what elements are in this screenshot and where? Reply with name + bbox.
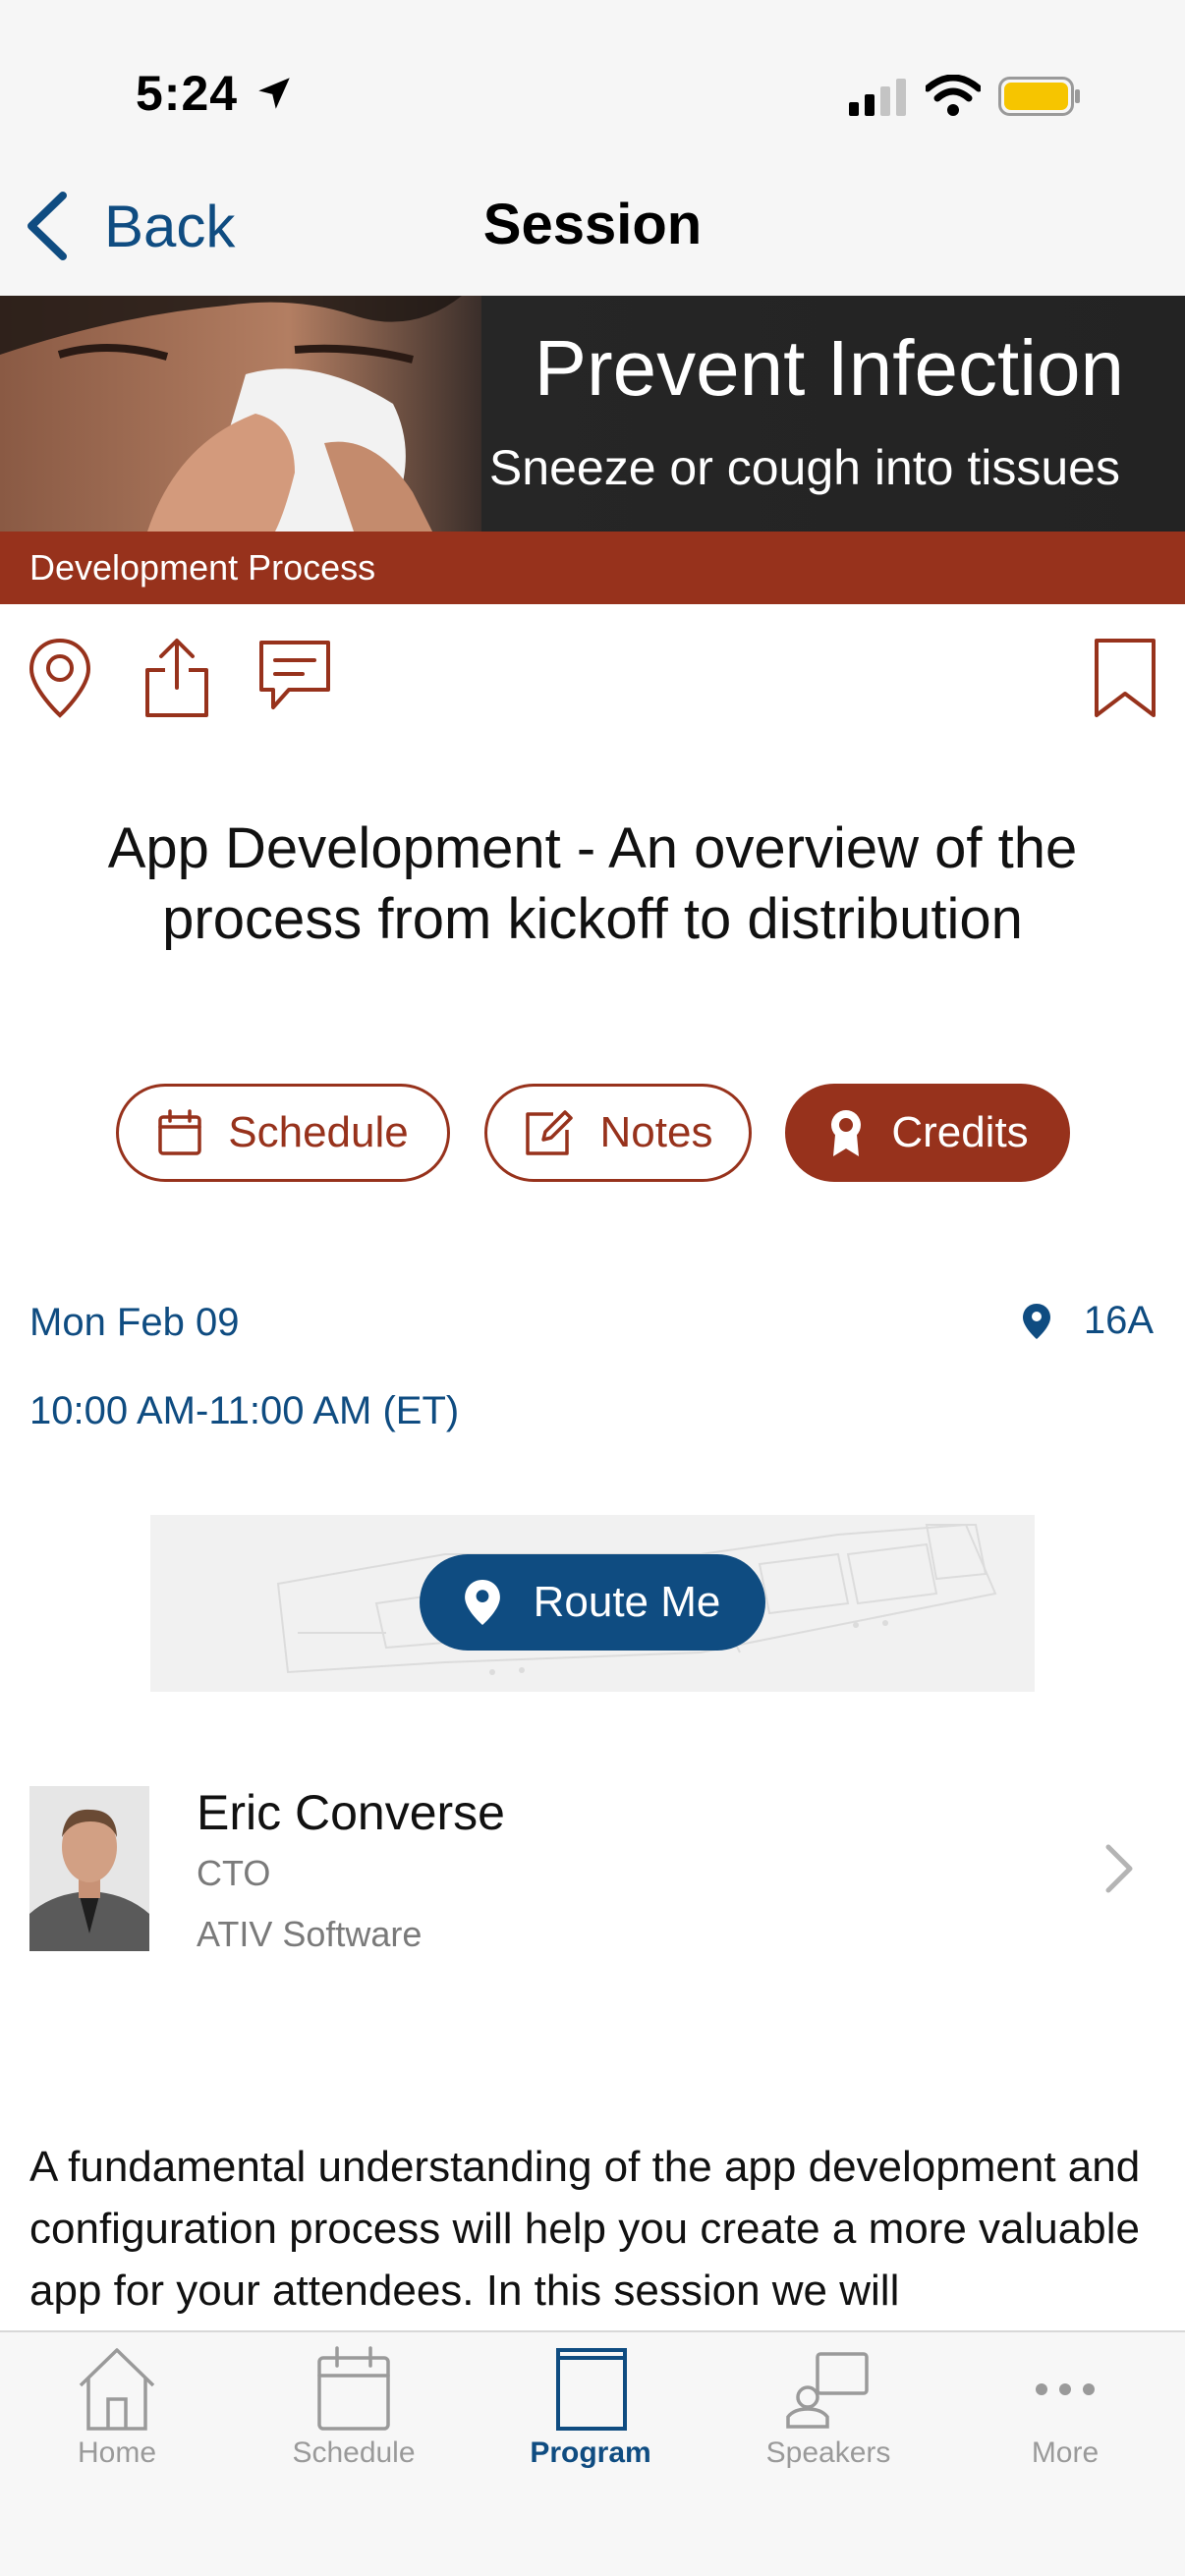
speaker-title: CTO — [197, 1853, 271, 1893]
battery-icon — [998, 77, 1080, 116]
calendar-icon — [317, 2346, 390, 2431]
speaker-photo — [29, 1786, 149, 1951]
credits-label: Credits — [891, 1108, 1029, 1156]
room-label: 16A — [1083, 1299, 1154, 1342]
home-icon — [79, 2348, 155, 2431]
location-arrow-icon — [258, 78, 290, 109]
tab-home[interactable]: Home — [19, 2344, 215, 2470]
track-label: Development Process — [0, 532, 1185, 604]
banner-title: Prevent Infection — [534, 324, 1124, 412]
session-title: App Development - An overview of the pro… — [107, 816, 1078, 951]
speaker-name[interactable]: Eric Converse — [197, 1784, 505, 1841]
speaker-icon — [786, 2352, 869, 2429]
bookmark-icon — [1095, 639, 1156, 717]
share-button[interactable] — [143, 637, 210, 719]
page-title: Session — [482, 193, 703, 256]
chevron-right-icon[interactable] — [1104, 1843, 1134, 1894]
status-time: 5:24 — [136, 66, 239, 121]
tab-program[interactable]: Program — [492, 2344, 689, 2470]
map-pin-button[interactable] — [28, 637, 92, 719]
credits-button[interactable]: Credits — [785, 1084, 1070, 1182]
book-icon — [556, 2348, 627, 2431]
speaker-organization: ATIV Software — [197, 1914, 423, 1954]
session-room[interactable]: 16A — [1022, 1299, 1154, 1343]
route-me-label: Route Me — [533, 1578, 721, 1626]
cellular-signal-icon — [849, 79, 906, 116]
map-pin-icon — [28, 638, 91, 718]
tab-speakers[interactable]: Speakers — [730, 2344, 927, 2470]
calendar-icon — [158, 1109, 201, 1155]
banner-subtitle: Sneeze or cough into tissues — [488, 440, 1120, 495]
notes-label: Notes — [599, 1108, 713, 1156]
tab-schedule-label: Schedule — [292, 2436, 416, 2469]
tab-more-label: More — [1031, 2436, 1100, 2469]
banner-photo — [0, 296, 481, 532]
comment-button[interactable] — [255, 637, 334, 715]
share-icon — [145, 639, 208, 717]
route-me-button[interactable]: Route Me — [420, 1554, 765, 1651]
tab-speakers-label: Speakers — [765, 2436, 891, 2469]
tab-program-label: Program — [530, 2436, 651, 2469]
location-pin-icon — [1022, 1303, 1050, 1339]
schedule-button[interactable]: Schedule — [116, 1084, 450, 1182]
location-pin-icon — [464, 1580, 500, 1625]
edit-icon — [525, 1110, 573, 1155]
tab-home-label: Home — [77, 2436, 157, 2469]
top-bar: 5:24 Back Session — [0, 0, 1185, 296]
tab-schedule[interactable]: Schedule — [255, 2344, 452, 2470]
session-time: 10:00 AM-11:00 AM (ET) — [29, 1389, 460, 1432]
session-description: A fundamental understanding of the app d… — [29, 2143, 1141, 2315]
more-icon — [1036, 2383, 1095, 2395]
session-screen: 5:24 Back Session Prevent Infection Snee… — [0, 0, 1185, 2576]
notes-button[interactable]: Notes — [484, 1084, 752, 1182]
session-date: Mon Feb 09 — [29, 1301, 240, 1344]
award-icon — [831, 1110, 862, 1156]
speaker-avatar[interactable] — [29, 1786, 149, 1951]
schedule-label: Schedule — [228, 1108, 409, 1156]
comment-icon — [259, 641, 330, 709]
ad-banner[interactable]: Prevent Infection Sneeze or cough into t… — [0, 296, 1185, 532]
wifi-icon — [926, 75, 981, 116]
tab-more[interactable]: More — [967, 2344, 1163, 2470]
bookmark-button[interactable] — [1093, 637, 1157, 719]
